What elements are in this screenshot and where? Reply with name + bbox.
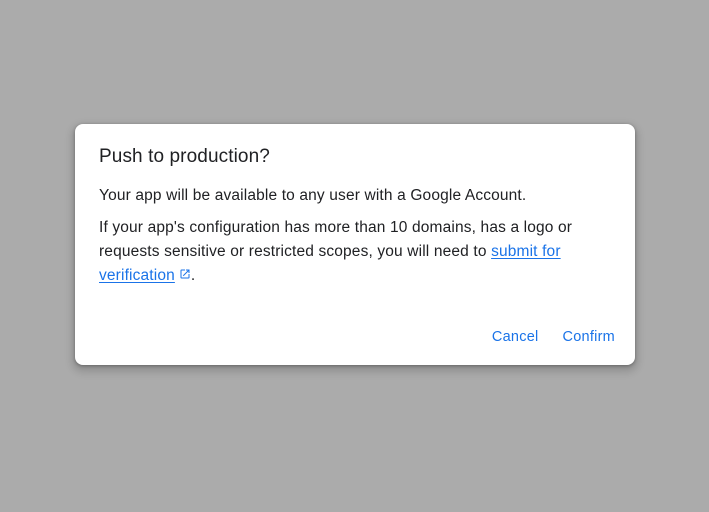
- dialog-title: Push to production?: [99, 146, 270, 167]
- external-link-icon: [180, 269, 190, 279]
- availability-message: Your app will be available to any user w…: [99, 187, 527, 204]
- dialog-actions: Cancel Confirm: [484, 321, 623, 353]
- confirm-button[interactable]: Confirm: [554, 321, 623, 353]
- cancel-button[interactable]: Cancel: [484, 321, 547, 353]
- verification-message: If your app's configuration has more tha…: [99, 216, 595, 288]
- verification-message-end: .: [190, 267, 196, 284]
- push-to-production-dialog: Push to production? Your app will be ava…: [75, 124, 635, 365]
